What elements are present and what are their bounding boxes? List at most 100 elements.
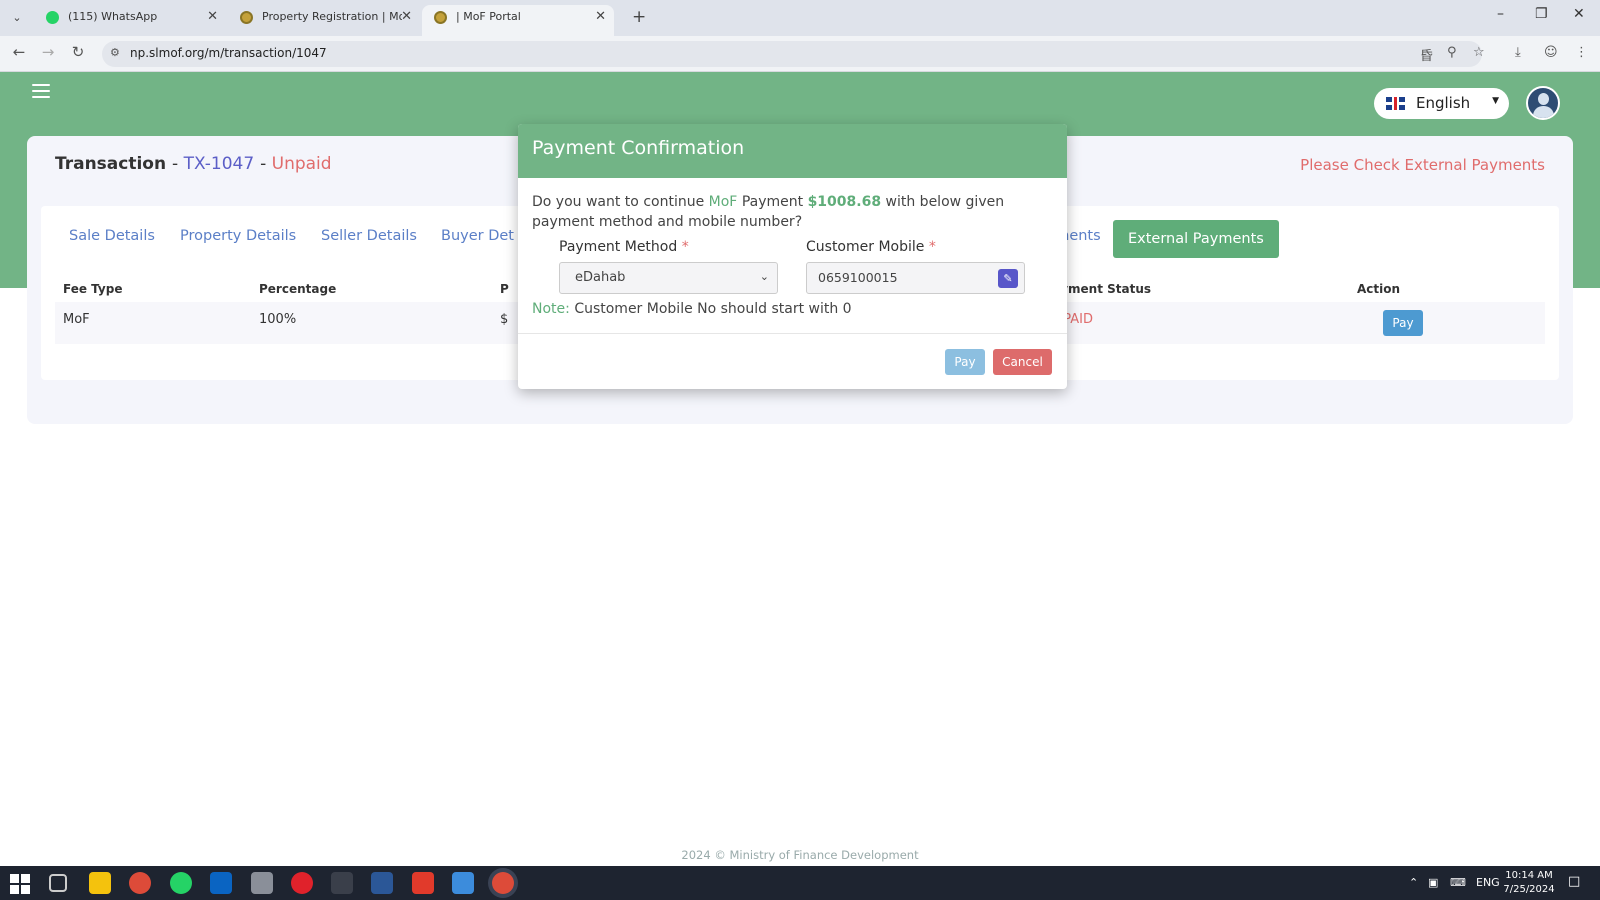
page-footer: 2024 © Ministry of Finance Development <box>681 848 919 862</box>
browser-tab-property-registration[interactable]: Property Registration | MoF Por ✕ <box>228 5 420 36</box>
word-icon[interactable] <box>371 872 393 894</box>
tab-seller-details[interactable]: Seller Details <box>321 228 417 244</box>
menu-toggle-icon[interactable] <box>32 84 50 98</box>
translate-icon[interactable]: 昏 <box>1420 45 1433 64</box>
uk-flag-icon <box>1386 97 1405 110</box>
mobile-note: Note: Customer Mobile No should start wi… <box>532 301 852 317</box>
customer-mobile-label: Customer Mobile * <box>806 239 936 255</box>
row-pay-button[interactable]: Pay <box>1383 310 1423 336</box>
keyboard-icon[interactable]: ⌨ <box>1450 876 1466 889</box>
browser-menu-icon[interactable]: ⋮ <box>1575 45 1588 60</box>
chrome-active-icon[interactable] <box>492 872 514 894</box>
question-payment-word: Payment <box>741 194 804 210</box>
page-title: Transaction - TX-1047 - Unpaid <box>55 154 332 174</box>
payment-method-select[interactable]: eDahab ⌄ <box>559 262 778 294</box>
browser-tab-whatsapp[interactable]: (115) WhatsApp ✕ <box>34 5 226 36</box>
task-view-icon[interactable] <box>49 874 67 892</box>
payment-confirmation-modal: Payment Confirmation Do you want to cont… <box>518 124 1067 389</box>
forward-icon[interactable]: → <box>37 43 59 61</box>
cell-fee-type: MoF <box>63 312 90 327</box>
note-label: Note: <box>532 301 570 317</box>
close-window-icon[interactable]: ✕ <box>1573 6 1585 22</box>
file-app-icon[interactable] <box>452 872 474 894</box>
tray-chevron-up-icon[interactable]: ⌃ <box>1409 876 1418 889</box>
cell-amount: $ <box>500 312 509 327</box>
language-selector[interactable]: English ▼ <box>1374 88 1509 119</box>
zoom-icon[interactable]: ⚲ <box>1447 45 1457 60</box>
calculator-icon[interactable] <box>251 872 273 894</box>
tab-label: | MoF Portal <box>456 10 521 23</box>
tab-search-icon[interactable]: ⌄ <box>6 8 28 28</box>
whatsapp-icon[interactable] <box>170 872 192 894</box>
confirmation-question: Do you want to continue MoF Payment $100… <box>532 192 1022 232</box>
clock-date: 7/25/2024 <box>1503 884 1555 895</box>
cell-percentage: 100% <box>259 312 297 327</box>
download-icon[interactable]: ⤓ <box>1515 45 1521 60</box>
browser-tab-mof-portal[interactable]: | MoF Portal ✕ <box>422 5 614 36</box>
windows-start-icon[interactable] <box>10 874 30 894</box>
restore-icon[interactable]: ❐ <box>1535 6 1548 22</box>
new-tab-icon[interactable]: + <box>632 7 646 27</box>
tab-external-payments[interactable]: External Payments <box>1113 220 1279 258</box>
reload-icon[interactable]: ↻ <box>67 43 89 61</box>
whatsapp-icon <box>46 11 59 24</box>
transaction-status: Unpaid <box>271 154 332 174</box>
caret-down-icon: ▼ <box>1492 96 1499 106</box>
browser-tab-bar: ⌄ (115) WhatsApp ✕ Property Registration… <box>0 0 1600 36</box>
notifications-icon[interactable]: □ <box>1568 874 1580 889</box>
network-icon[interactable]: ▣ <box>1428 876 1438 889</box>
payment-method-value: eDahab <box>575 270 626 285</box>
confirm-pay-button[interactable]: Pay <box>945 349 985 375</box>
customer-mobile-value: 0659100015 <box>818 270 898 285</box>
required-marker: * <box>681 239 689 255</box>
close-tab-icon[interactable]: ✕ <box>401 5 412 29</box>
mof-logo-icon <box>240 11 253 24</box>
modal-title: Payment Confirmation <box>532 137 745 159</box>
transaction-id: TX-1047 <box>183 154 255 174</box>
back-icon[interactable]: ← <box>8 43 30 61</box>
payment-method-label: Payment Method * <box>559 239 689 255</box>
edit-pencil-icon[interactable]: ✎ <box>998 269 1018 288</box>
input-language[interactable]: ENG <box>1476 876 1500 889</box>
customer-mobile-field[interactable]: 0659100015 ✎ <box>806 262 1025 294</box>
column-header-action: Action <box>1357 282 1401 296</box>
external-payments-warning: Please Check External Payments <box>1300 156 1545 174</box>
profile-icon[interactable]: ☺ <box>1544 45 1558 60</box>
tab-sale-details[interactable]: Sale Details <box>69 228 155 244</box>
close-tab-icon[interactable]: ✕ <box>595 5 606 29</box>
bookmark-star-icon[interactable]: ☆ <box>1473 45 1485 60</box>
outlook-icon[interactable] <box>210 872 232 894</box>
column-header-amount: P <box>500 282 509 296</box>
url-text: np.slmof.org/m/transaction/1047 <box>130 46 327 60</box>
minimize-icon[interactable]: – <box>1497 6 1504 22</box>
user-avatar[interactable] <box>1526 86 1560 120</box>
mof-logo-icon <box>434 11 447 24</box>
modal-divider <box>518 333 1067 334</box>
note-text: Customer Mobile No should start with 0 <box>574 301 852 317</box>
url-field[interactable]: ⚙ np.slmof.org/m/transaction/1047 <box>102 41 1482 67</box>
chrome-icon[interactable] <box>129 872 151 894</box>
app-icon[interactable] <box>331 872 353 894</box>
required-marker: * <box>928 239 936 255</box>
question-amount: $1008.68 <box>807 194 882 210</box>
address-bar: ← → ↻ ⚙ np.slmof.org/m/transaction/1047 … <box>0 36 1600 72</box>
pdf-reader-icon[interactable] <box>412 872 434 894</box>
customer-mobile-label-text: Customer Mobile <box>806 239 925 255</box>
question-fee-type: MoF <box>708 194 738 210</box>
cancel-button[interactable]: Cancel <box>993 349 1052 375</box>
column-header-percentage: Percentage <box>259 282 337 296</box>
tab-buyer-details[interactable]: Buyer Det <box>441 228 514 244</box>
question-prefix: Do you want to continue <box>532 194 705 210</box>
tab-label: (115) WhatsApp <box>68 10 158 23</box>
tab-label: Property Registration | MoF Por <box>262 10 402 23</box>
column-header-fee-type: Fee Type <box>63 282 123 296</box>
transaction-label: Transaction <box>55 154 167 174</box>
chevron-down-icon: ⌄ <box>759 270 769 283</box>
payment-method-label-text: Payment Method <box>559 239 678 255</box>
tab-property-details[interactable]: Property Details <box>180 228 296 244</box>
sticky-notes-icon[interactable] <box>89 872 111 894</box>
site-settings-icon[interactable]: ⚙ <box>110 46 120 59</box>
opera-icon[interactable] <box>291 872 313 894</box>
close-tab-icon[interactable]: ✕ <box>207 5 218 29</box>
system-clock[interactable]: 10:14 AM 7/25/2024 <box>1502 869 1556 897</box>
